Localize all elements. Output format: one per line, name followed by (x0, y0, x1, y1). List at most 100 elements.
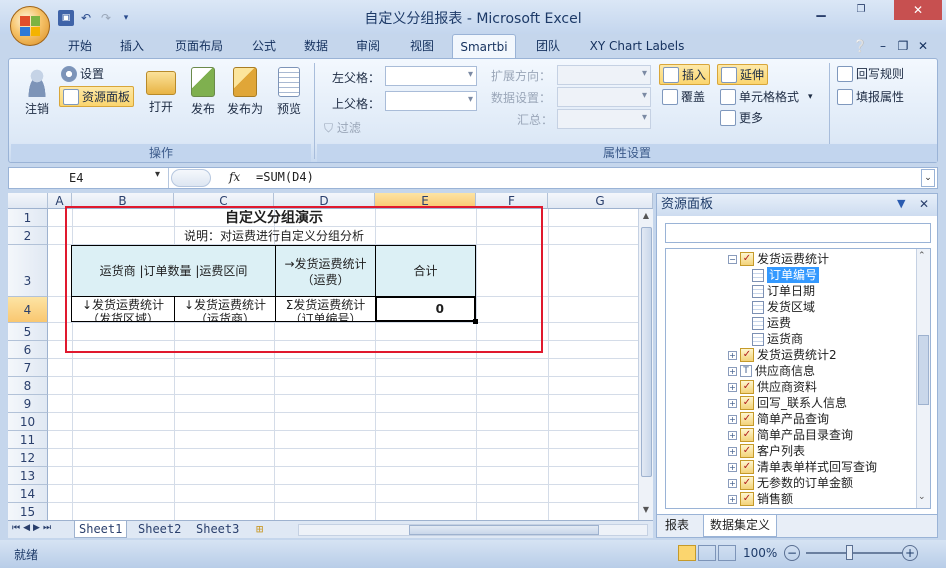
expand-icon[interactable]: + (728, 494, 737, 504)
row-header-12[interactable]: 12 (8, 449, 48, 467)
row-header-10[interactable]: 10 (8, 413, 48, 431)
tab-view[interactable]: 视图 (400, 34, 444, 58)
ribbon-minimize-icon[interactable]: – (874, 34, 892, 58)
tree-item[interactable]: + T 供应商信息 (728, 363, 815, 379)
new-sheet-icon[interactable]: ⊞ (252, 521, 267, 538)
row-header-8[interactable]: 8 (8, 377, 48, 395)
sheet-tab-2[interactable]: Sheet2 (134, 521, 185, 538)
column-header-g[interactable]: G (548, 193, 653, 209)
publish-as-button[interactable]: 发布为 (223, 67, 267, 117)
scroll-down-icon[interactable]: ▼ (640, 505, 652, 519)
more-button[interactable]: 更多 (720, 109, 763, 126)
tab-home[interactable]: 开始 (58, 34, 102, 58)
panel-dropdown-icon[interactable]: ▼ (897, 197, 905, 210)
expand-icon[interactable]: + (728, 382, 737, 392)
insert-button[interactable]: 插入 (659, 64, 711, 85)
page-break-view-icon[interactable] (718, 545, 736, 561)
tree-scroll-thumb[interactable] (918, 335, 929, 405)
name-box-dropdown-icon[interactable]: ▾ (155, 169, 160, 180)
expand-icon[interactable]: + (728, 350, 737, 360)
tab-smartbi[interactable]: Smartbi (452, 34, 516, 58)
tree-scroll-up-icon[interactable]: ⌃ (918, 251, 926, 261)
data-settings-select[interactable] (557, 87, 651, 107)
tree-item[interactable]: 订单日期 (752, 283, 815, 299)
tree-item[interactable]: + ✓ 回写_联系人信息 (728, 395, 847, 411)
zoom-level[interactable]: 100% (743, 546, 777, 560)
ribbon-restore-icon[interactable]: ❐ (894, 34, 912, 58)
expand-icon[interactable]: + (728, 478, 737, 488)
logout-button[interactable]: 注销 (17, 67, 57, 117)
tree-item[interactable]: + ✓ 客户列表 (728, 443, 805, 459)
row-header-15[interactable]: 15 (8, 503, 48, 520)
overwrite-button[interactable]: 覆盖 (662, 88, 705, 105)
sheet-tab-3[interactable]: Sheet3 (192, 521, 243, 538)
row-header-9[interactable]: 9 (8, 395, 48, 413)
horizontal-scrollbar[interactable] (298, 524, 648, 536)
summary-select[interactable] (557, 109, 651, 129)
tab-insert[interactable]: 插入 (110, 34, 154, 58)
panel-tab-dataset-definition[interactable]: 数据集定义 (703, 515, 778, 537)
tree-item[interactable]: + ✓ 无参数的订单金额 (728, 475, 853, 491)
fill-attribute-button[interactable]: 填报属性 (837, 88, 904, 105)
preview-button[interactable]: 预览 (269, 67, 309, 117)
expand-icon[interactable]: + (728, 446, 737, 456)
zoom-slider[interactable] (806, 552, 902, 554)
resource-search-input[interactable] (665, 223, 931, 243)
tab-review[interactable]: 审阅 (346, 34, 390, 58)
panel-close-icon[interactable]: ✕ (919, 197, 929, 211)
tree-item[interactable]: 订单编号 (752, 267, 820, 283)
resource-panel-button[interactable]: 资源面板 (59, 86, 135, 107)
extend-button[interactable]: 延伸 (717, 64, 769, 85)
open-button[interactable]: 打开 (141, 67, 181, 115)
office-button[interactable] (10, 6, 50, 46)
tree-item[interactable]: +✓销售明细 (728, 507, 805, 508)
tree-item[interactable]: 发货区域 (752, 299, 815, 315)
tab-xy-chart-labels[interactable]: XY Chart Labels (582, 34, 692, 58)
expand-icon[interactable]: + (728, 366, 737, 376)
left-parent-select[interactable] (385, 66, 477, 86)
resource-tree[interactable]: − ✓ 发货运费统计 订单编号 订单日期 发货区域 运费 运货商 + ✓ 发货运费统计2 + T 供应商信… (665, 248, 931, 509)
row-header-5[interactable]: 5 (8, 323, 48, 341)
tree-item[interactable]: + ✓ 简单产品查询 (728, 411, 829, 427)
writeback-rule-button[interactable]: 回写规则 (837, 65, 904, 82)
sheet-tab-1[interactable]: Sheet1 (74, 521, 128, 538)
panel-tab-report[interactable]: 报表 (659, 515, 695, 537)
tree-item[interactable]: 运货商 (752, 331, 803, 347)
sheet-nav-arrows-icon[interactable]: ⏮◀▶⏭ (12, 523, 54, 533)
page-layout-view-icon[interactable] (698, 545, 716, 561)
tree-scroll-down-icon[interactable]: ⌄ (918, 492, 926, 502)
tree-item[interactable]: + ✓ 销售额 (728, 491, 793, 507)
spreadsheet-grid[interactable]: A B C D E F G 1 2 3 4 5 6 7 8 9 10 11 12 13 14 15 自定义分… (8, 193, 653, 520)
tree-item[interactable]: + ✓ 发货运费统计2 (728, 347, 837, 363)
expand-icon[interactable]: + (728, 414, 737, 424)
filter-button[interactable]: ⛉ 过滤 (324, 119, 361, 136)
normal-view-icon[interactable] (678, 545, 696, 561)
h-scroll-thumb[interactable] (409, 525, 599, 535)
formula-input[interactable]: =SUM(D4) (256, 170, 314, 184)
expand-direction-select[interactable] (557, 65, 651, 85)
scroll-up-icon[interactable]: ▲ (640, 211, 652, 225)
tab-team[interactable]: 团队 (526, 34, 570, 58)
row-header-4[interactable]: 4 (8, 297, 48, 323)
name-box[interactable]: E4 (9, 168, 169, 188)
ribbon-close-icon[interactable]: ✕ (914, 34, 932, 58)
row-header-2[interactable]: 2 (8, 227, 48, 245)
expand-formula-icon[interactable]: ⌄ (921, 169, 935, 187)
tab-formulas[interactable]: 公式 (242, 34, 286, 58)
row-header-6[interactable]: 6 (8, 341, 48, 359)
tab-data[interactable]: 数据 (294, 34, 338, 58)
zoom-slider-thumb[interactable] (846, 545, 853, 560)
insert-function-button[interactable]: fx (229, 170, 240, 184)
row-header-11[interactable]: 11 (8, 431, 48, 449)
restore-icon[interactable]: ❐ (846, 0, 876, 20)
cell-format-button[interactable]: 单元格格式 ▾ (720, 88, 813, 105)
settings-button[interactable]: 设置 (61, 65, 104, 82)
tree-item[interactable]: − ✓ 发货运费统计 (728, 251, 829, 267)
tree-item[interactable]: 运费 (752, 315, 791, 331)
tree-item[interactable]: + ✓ 供应商资料 (728, 379, 817, 395)
close-icon[interactable]: ✕ (894, 0, 942, 20)
expand-icon[interactable]: + (728, 398, 737, 408)
vertical-scrollbar[interactable]: ▲ ▼ (638, 209, 653, 520)
tree-scrollbar[interactable]: ⌃ ⌄ (916, 249, 930, 508)
row-header-13[interactable]: 13 (8, 467, 48, 485)
